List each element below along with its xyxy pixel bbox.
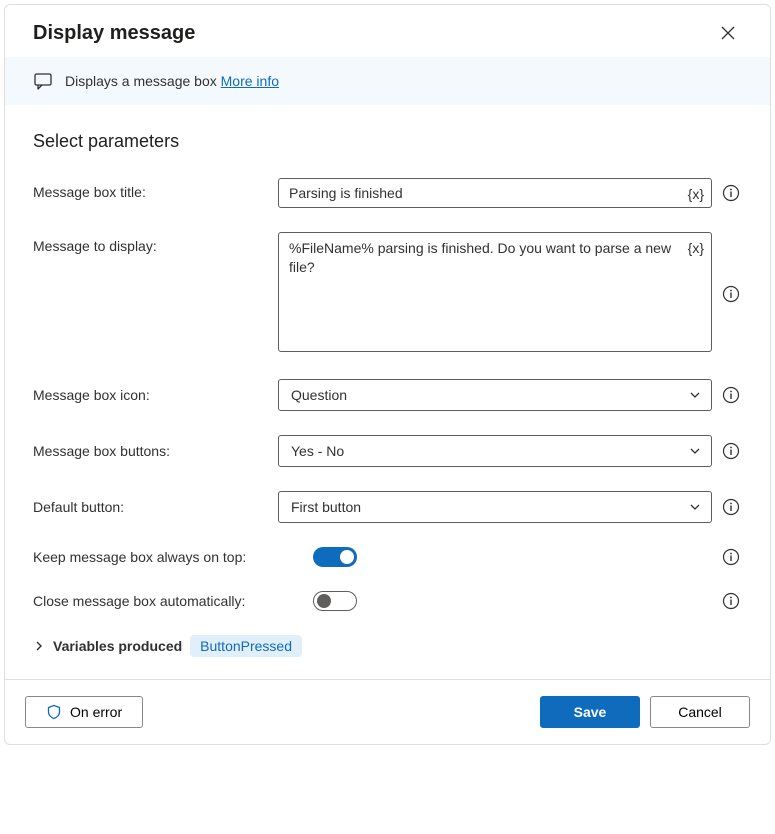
help-button[interactable] bbox=[722, 498, 742, 516]
shield-icon bbox=[46, 704, 62, 720]
on-error-button[interactable]: On error bbox=[25, 696, 143, 728]
info-icon bbox=[722, 592, 740, 610]
field-title: Message box title: {x} bbox=[33, 178, 742, 208]
field-label-always-on-top: Keep message box always on top: bbox=[33, 549, 303, 565]
info-icon bbox=[722, 285, 740, 303]
dialog-header: Display message bbox=[5, 5, 770, 57]
info-icon bbox=[722, 184, 740, 202]
help-button[interactable] bbox=[722, 592, 742, 610]
close-button[interactable] bbox=[714, 19, 742, 47]
insert-variable-button[interactable]: {x} bbox=[686, 184, 706, 204]
save-button[interactable]: Save bbox=[540, 696, 640, 728]
always-on-top-toggle[interactable] bbox=[313, 547, 357, 567]
variable-pill[interactable]: ButtonPressed bbox=[190, 635, 302, 657]
info-icon bbox=[722, 386, 740, 404]
select-value: Yes - No bbox=[291, 443, 344, 459]
more-info-link[interactable]: More info bbox=[221, 73, 279, 89]
message-to-display-input[interactable] bbox=[278, 232, 712, 352]
dialog-footer: On error Save Cancel bbox=[5, 679, 770, 744]
help-button[interactable] bbox=[722, 285, 742, 303]
variables-produced-label: Variables produced bbox=[53, 638, 182, 654]
auto-close-toggle[interactable] bbox=[313, 591, 357, 611]
banner-text-wrap: Displays a message box More info bbox=[65, 73, 279, 89]
field-label-icon: Message box icon: bbox=[33, 387, 268, 403]
close-icon bbox=[720, 25, 736, 41]
display-message-dialog: Display message Displays a message box M… bbox=[4, 4, 771, 745]
section-title: Select parameters bbox=[33, 131, 742, 152]
field-label-message: Message to display: bbox=[33, 232, 268, 254]
info-banner: Displays a message box More info bbox=[5, 57, 770, 105]
cancel-label: Cancel bbox=[678, 704, 722, 720]
help-button[interactable] bbox=[722, 548, 742, 566]
field-buttons: Message box buttons: Yes - No bbox=[33, 435, 742, 467]
insert-variable-button[interactable]: {x} bbox=[686, 238, 706, 258]
field-label-buttons: Message box buttons: bbox=[33, 443, 268, 459]
field-auto-close: Close message box automatically: bbox=[33, 591, 742, 611]
on-error-label: On error bbox=[70, 704, 122, 720]
field-always-on-top: Keep message box always on top: bbox=[33, 547, 742, 567]
chevron-right-icon bbox=[33, 640, 45, 652]
variables-produced-row: Variables produced ButtonPressed bbox=[33, 635, 742, 657]
field-label-default-button: Default button: bbox=[33, 499, 268, 515]
banner-text: Displays a message box bbox=[65, 73, 221, 89]
dialog-content: Select parameters Message box title: {x}… bbox=[5, 105, 770, 679]
cancel-button[interactable]: Cancel bbox=[650, 696, 750, 728]
variables-expand-toggle[interactable] bbox=[33, 640, 45, 652]
info-icon bbox=[722, 442, 740, 460]
field-label-auto-close: Close message box automatically: bbox=[33, 593, 303, 609]
default-button-select[interactable]: First button bbox=[278, 491, 712, 523]
message-box-buttons-select[interactable]: Yes - No bbox=[278, 435, 712, 467]
help-button[interactable] bbox=[722, 386, 742, 404]
field-icon: Message box icon: Question bbox=[33, 379, 742, 411]
message-icon bbox=[33, 71, 53, 91]
select-value: Question bbox=[291, 387, 347, 403]
field-label-title: Message box title: bbox=[33, 178, 268, 200]
info-icon bbox=[722, 498, 740, 516]
field-default-button: Default button: First button bbox=[33, 491, 742, 523]
help-button[interactable] bbox=[722, 442, 742, 460]
field-message: Message to display: {x} bbox=[33, 232, 742, 355]
message-box-icon-select[interactable]: Question bbox=[278, 379, 712, 411]
message-box-title-input[interactable] bbox=[278, 178, 712, 208]
info-icon bbox=[722, 548, 740, 566]
select-value: First button bbox=[291, 499, 361, 515]
save-label: Save bbox=[574, 704, 607, 720]
dialog-title: Display message bbox=[33, 22, 195, 45]
help-button[interactable] bbox=[722, 184, 742, 202]
